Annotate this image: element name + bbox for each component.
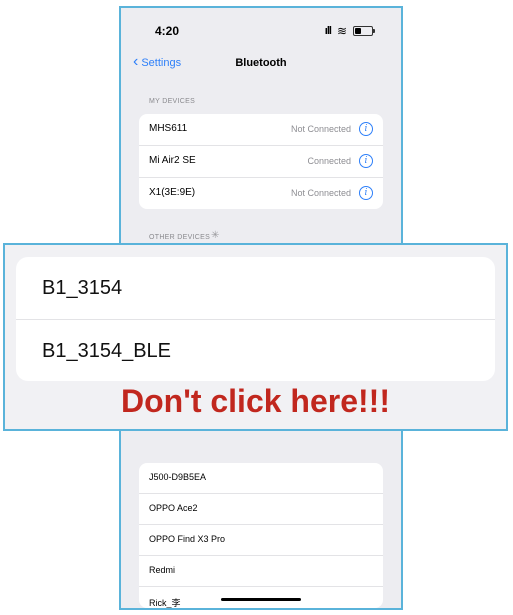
zoom-callout: B1_3154 B1_3154_BLE Don't click here!!! — [3, 243, 508, 431]
my-devices-header: MY DEVICES — [149, 98, 196, 105]
device-name: J500-D9B5EA — [149, 472, 207, 482]
device-row[interactable]: B1_3154 — [16, 257, 495, 320]
device-row[interactable]: OPPO Find X3 Pro — [139, 525, 383, 556]
loading-spinner-icon: ✳ — [211, 230, 220, 241]
wifi-icon: ≋ — [336, 24, 347, 38]
device-name: B1_3154_BLE — [42, 340, 172, 362]
info-icon[interactable]: i — [359, 122, 373, 136]
device-name: Mi Air2 SE — [149, 155, 196, 166]
device-row[interactable]: Redmi — [139, 556, 383, 587]
battery-icon — [353, 26, 375, 36]
device-name: OPPO Ace2 — [149, 503, 198, 513]
info-icon[interactable]: i — [359, 154, 373, 168]
highlighted-devices-list: B1_3154 B1_3154_BLE — [16, 257, 495, 381]
page-title: Bluetooth — [235, 57, 287, 69]
device-name: MHS611 — [149, 123, 188, 134]
device-name: Redmi — [149, 565, 176, 575]
device-row[interactable]: X1(3E:9E) Not Connected i — [139, 178, 383, 209]
status-time: 4:20 — [155, 24, 180, 38]
device-row[interactable]: B1_3154_BLE — [16, 320, 495, 381]
device-name: OPPO Find X3 Pro — [149, 534, 226, 544]
warning-text: Don't click here!!! — [121, 383, 390, 419]
device-row[interactable]: J500-D9B5EA — [139, 463, 383, 494]
status-bar: 4:20 ıll ≋ — [121, 8, 401, 48]
device-status: Connected — [307, 156, 351, 166]
my-devices-list: MHS611 Not Connected i Mi Air2 SE Connec… — [139, 114, 383, 209]
device-name: X1(3E:9E) — [149, 187, 196, 198]
device-row[interactable]: MHS611 Not Connected i — [139, 114, 383, 146]
home-indicator — [221, 598, 301, 601]
signal-icon: ıll — [324, 25, 332, 37]
device-row[interactable]: OPPO Ace2 — [139, 494, 383, 525]
device-row[interactable]: Mi Air2 SE Connected i — [139, 146, 383, 178]
device-name: Rick_李 — [149, 598, 181, 608]
device-status: Not Connected — [290, 124, 351, 134]
device-status: Not Connected — [290, 188, 351, 198]
device-name: B1_3154 — [42, 277, 123, 299]
info-icon[interactable]: i — [359, 186, 373, 200]
status-icons: ıll ≋ — [324, 24, 375, 38]
other-devices-list: J500-D9B5EA OPPO Ace2 OPPO Find X3 Pro R… — [139, 463, 383, 608]
nav-bar: ‹ Settings Bluetooth — [121, 54, 401, 78]
other-devices-header: OTHER DEVICES — [149, 234, 211, 241]
